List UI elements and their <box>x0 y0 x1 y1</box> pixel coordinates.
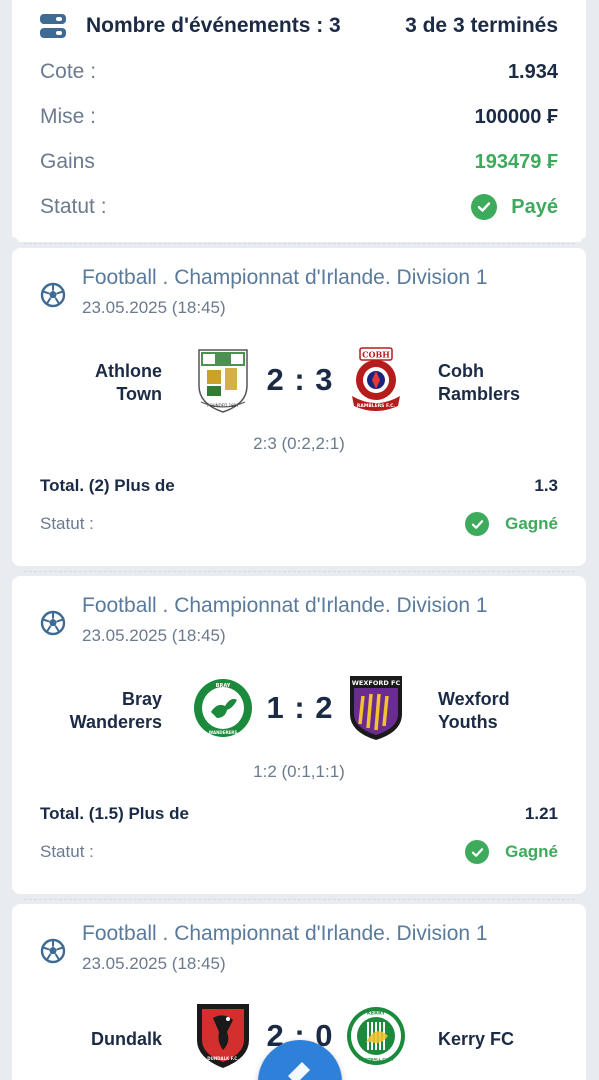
bet-status-value: Gagné <box>505 842 558 861</box>
event-counter-icon <box>40 14 66 38</box>
check-circle-icon <box>471 194 498 220</box>
svg-text:RAMBLERS F.C.: RAMBLERS F.C. <box>357 403 395 409</box>
athlone-town-crest: FOUNDED 1887 <box>198 349 248 413</box>
league-name: Football . Championnat d'Irlande. Divisi… <box>82 266 488 289</box>
bet-status-won: Gagné <box>465 512 558 536</box>
away-team: Kerry FC <box>438 1028 514 1051</box>
soccer-ball-icon <box>40 610 66 636</box>
ticket-notch <box>5 893 19 907</box>
event-date: 23.05.2025 (18:45) <box>82 954 226 973</box>
bet-row: Total. (1.5) Plus de 1.21 <box>40 804 558 824</box>
status-label: Statut : <box>40 195 107 218</box>
bet-row: Total. (2) Plus de 1.3 <box>40 476 558 496</box>
event-card[interactable]: Football . Championnat d'Irlande. Divisi… <box>12 576 586 894</box>
match-score: 2 : 3 <box>266 362 334 397</box>
bet-market: Total. (2) Plus de <box>40 476 175 495</box>
ticket-separator <box>24 899 575 900</box>
stake-label: Mise : <box>40 105 97 128</box>
odds-value: 1.934 <box>507 60 558 83</box>
event-card[interactable]: Football . Championnat d'Irlande. Divisi… <box>12 248 586 566</box>
check-circle-icon <box>465 840 490 864</box>
event-date: 23.05.2025 (18:45) <box>82 298 226 317</box>
svg-text:FOOTBALL CLUB: FOOTBALL CLUB <box>359 1057 394 1062</box>
stake-row: Mise : 100000 ₣ <box>40 105 558 129</box>
svg-text:KERRY: KERRY <box>367 1011 386 1017</box>
pencil-icon <box>288 1062 310 1080</box>
wexford-fc-crest: WEXFORD FC <box>350 676 402 740</box>
ticket-notch <box>5 565 19 579</box>
away-team-name-line2: Ramblers <box>438 384 521 404</box>
status-row: Statut : Payé <box>40 194 558 220</box>
match-score: 1 : 2 <box>266 690 334 725</box>
status-value: Payé <box>511 195 558 218</box>
home-team-name-line2: Wanderers <box>69 712 162 732</box>
event-header: Football . Championnat d'Irlande. Divisi… <box>40 266 488 318</box>
bet-status-label: Statut : <box>40 842 94 861</box>
bet-status-value: Gagné <box>505 514 558 533</box>
away-team: Wexford Youths <box>438 688 510 734</box>
bet-status-label: Statut : <box>40 514 94 533</box>
home-team-name-line1: Bray <box>121 689 162 709</box>
svg-text:BRAY: BRAY <box>216 683 231 689</box>
ticket-separator <box>24 571 575 572</box>
event-date: 23.05.2025 (18:45) <box>82 626 226 645</box>
home-team-name-line1: Athlone <box>95 361 162 381</box>
svg-text:DUNDALK F.C.: DUNDALK F.C. <box>207 1056 239 1061</box>
home-team-name-line2: Town <box>116 384 162 404</box>
odds-label: Cote : <box>40 60 97 83</box>
event-header: Football . Championnat d'Irlande. Divisi… <box>40 594 488 646</box>
away-team-name-line1: Wexford <box>438 689 510 709</box>
home-team-name-line1: Dundalk <box>90 1029 162 1049</box>
dundalk-crest: DUNDALK F.C. <box>197 1004 249 1068</box>
ticket-notch <box>5 237 19 251</box>
svg-text:FOUNDED 1887: FOUNDED 1887 <box>207 403 239 408</box>
bet-odds: 1.21 <box>524 804 558 823</box>
ticket-notch <box>580 565 594 579</box>
league-name: Football . Championnat d'Irlande. Divisi… <box>82 594 488 617</box>
event-header: Football . Championnat d'Irlande. Divisi… <box>40 922 488 974</box>
soccer-ball-icon <box>40 282 66 308</box>
bet-status-row: Statut : Gagné <box>40 840 558 864</box>
kerry-fc-crest: KERRY FOOTBALL CLUB <box>347 1007 405 1065</box>
svg-text:WANDERERS: WANDERERS <box>209 730 238 735</box>
svg-text:COBH: COBH <box>362 350 390 360</box>
floating-action-button[interactable] <box>258 1040 342 1080</box>
ticket-notch <box>580 237 594 251</box>
odds-row: Cote : 1.934 <box>40 60 558 84</box>
svg-text:WEXFORD FC: WEXFORD FC <box>352 679 401 687</box>
away-team-name-line1: Cobh <box>438 361 484 381</box>
bet-odds: 1.3 <box>534 476 558 495</box>
winnings-value: 193479 ₣ <box>474 150 558 173</box>
soccer-ball-icon <box>40 938 66 964</box>
bray-wanderers-crest: BRAY WANDERERS <box>194 679 252 737</box>
check-circle-icon <box>465 512 490 536</box>
status-paid: Payé <box>471 194 558 220</box>
away-team: Cobh Ramblers <box>438 360 520 406</box>
stake-value: 100000 ₣ <box>474 105 558 128</box>
ticket-notch <box>580 893 594 907</box>
event-count-title: Nombre d'événements : 3 <box>86 14 341 37</box>
completed-count: 3 de 3 terminés <box>405 14 558 37</box>
winnings-row: Gains 193479 ₣ <box>40 150 558 174</box>
league-name: Football . Championnat d'Irlande. Divisi… <box>82 922 488 945</box>
bet-status-won: Gagné <box>465 840 558 864</box>
score-detail: 2:3 (0:2,2:1) <box>253 434 345 453</box>
away-team-name-line1: Kerry FC <box>438 1029 515 1049</box>
match-row: Athlone Town FOUNDED 1887 2 : 3 COBH RAM… <box>12 346 586 416</box>
away-team-name-line2: Youths <box>438 712 498 732</box>
home-team: Dundalk <box>91 1028 162 1051</box>
cobh-ramblers-crest: COBH RAMBLERS F.C. <box>352 347 400 411</box>
ticket-separator <box>24 243 575 244</box>
bet-status-row: Statut : Gagné <box>40 512 558 536</box>
score-detail: 1:2 (0:1,1:1) <box>253 762 345 781</box>
bet-summary-card: Nombre d'événements : 3 3 de 3 terminés … <box>12 0 586 242</box>
match-row: Bray Wanderers BRAY WANDERERS 1 : 2 WEXF… <box>12 674 586 744</box>
bet-market: Total. (1.5) Plus de <box>40 804 189 823</box>
winnings-label: Gains <box>40 150 95 173</box>
home-team: Bray Wanderers <box>70 688 162 734</box>
home-team: Athlone Town <box>95 360 162 406</box>
summary-header: Nombre d'événements : 3 3 de 3 terminés <box>40 14 558 38</box>
